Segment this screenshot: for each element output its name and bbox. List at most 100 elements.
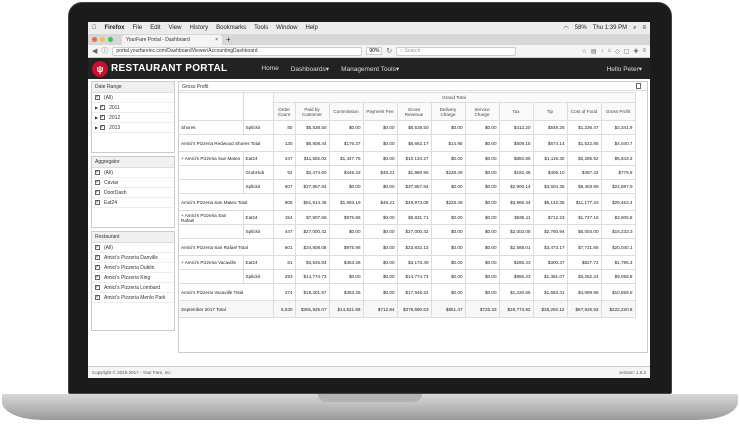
clipboard-icon[interactable]: ▤ <box>591 48 597 55</box>
row-label[interactable] <box>179 224 244 239</box>
aggregator-item[interactable]: ✓ Caviar <box>92 178 174 188</box>
date-range-year[interactable]: ▶ ✓ 2012 <box>92 113 174 123</box>
nav-home[interactable]: Home <box>261 65 278 73</box>
table-cell: $0.00 <box>464 283 500 301</box>
table-cell: $0.00 <box>464 210 500 225</box>
row-label[interactable]: Amici's Pizzeria Redwood Shores Total <box>179 134 274 152</box>
menu-edit[interactable]: Edit <box>150 25 160 31</box>
row-sublabel[interactable]: Splickit <box>242 120 274 135</box>
brand-name[interactable]: RESTAURANT PORTAL <box>111 63 227 74</box>
zoom-indicator[interactable]: 90% <box>366 47 383 55</box>
info-icon[interactable]: ⓘ <box>101 46 108 56</box>
column-header[interactable]: Service Charge <box>464 102 500 121</box>
restaurant-item[interactable]: ✓ Amici's Pizzeria Lombard <box>92 283 174 293</box>
close-window-icon[interactable] <box>92 37 97 42</box>
shield-icon[interactable]: ◇ <box>615 48 620 55</box>
column-header[interactable]: Payment Fee <box>362 102 398 121</box>
row-sublabel[interactable]: Eat24 <box>242 210 274 225</box>
table-cell: 6,530 <box>272 300 296 318</box>
menu-list-icon[interactable]: ≡ <box>642 25 646 32</box>
row-label[interactable]: Amici's Pizzeria Vacaville Total <box>179 283 274 301</box>
date-range-all[interactable]: ✓ (All) <box>92 93 174 103</box>
apple-icon[interactable]:  <box>92 25 97 31</box>
clock[interactable]: Thu 1:39 PM <box>593 25 627 32</box>
reload-icon[interactable]: ↻ <box>386 47 392 55</box>
date-range-year[interactable]: ▶ ✓ 2011 <box>92 103 174 113</box>
user-menu[interactable]: Hello Peter▾ <box>607 65 642 73</box>
menu-help[interactable]: Help <box>305 25 317 31</box>
column-header[interactable]: Order Count <box>272 102 296 121</box>
column-header[interactable]: Gross Revenue <box>396 102 432 121</box>
pocket-icon[interactable]: ▢ <box>624 48 630 55</box>
menu-window[interactable]: Window <box>276 25 297 31</box>
new-tab-icon[interactable]: + <box>226 35 231 45</box>
table-cell: $1,683.41 <box>532 283 568 301</box>
restaurant-item[interactable]: ✓ Amici's Pizzeria Menlo Park <box>92 293 174 303</box>
aggregator-item[interactable]: ✓ (All) <box>92 168 174 178</box>
tab-close-icon[interactable]: × <box>215 37 218 43</box>
menu-view[interactable]: View <box>169 25 182 31</box>
date-range-year[interactable]: ▶ ✓ 2013 <box>92 123 174 133</box>
zoom-window-icon[interactable] <box>108 37 113 42</box>
nav-dashboards[interactable]: Dashboards▾ <box>291 65 329 73</box>
browser-tab[interactable]: YourFare Portal - Dashboard × <box>122 35 222 45</box>
column-header[interactable]: Tip <box>532 102 568 121</box>
table-cell: $36,292.12 <box>532 300 568 318</box>
row-label[interactable]: Amici's Pizzeria San Rafael Total <box>179 238 274 256</box>
row-label[interactable] <box>179 179 244 194</box>
extension-icon[interactable]: ✚ <box>633 48 638 55</box>
restaurant-item[interactable]: ✓ Amici's Pizzeria Dublin <box>92 263 174 273</box>
table-cell: $406.10 <box>532 165 568 180</box>
column-header[interactable]: Cost of Food <box>566 102 602 121</box>
search-input[interactable]: ⌕ Search <box>396 46 517 56</box>
row-sublabel[interactable]: GrubHub <box>242 165 274 180</box>
restaurant-item[interactable]: ✓ Amici's Pizzeria King <box>92 273 174 283</box>
row-sublabel[interactable]: Splickit <box>242 224 274 239</box>
aggregator-item[interactable]: ✓ DoorDash <box>92 188 174 198</box>
menu-bookmarks[interactable]: Bookmarks <box>216 25 246 31</box>
brand-logo-icon[interactable]: ψ <box>92 60 108 77</box>
menu-file[interactable]: File <box>133 25 143 31</box>
wifi-icon[interactable]: ◠ <box>563 25 568 32</box>
row-label[interactable]: + Amici's Pizzeria Vacaville <box>179 255 244 270</box>
column-header[interactable]: Gross Profit <box>600 102 636 121</box>
row-label[interactable]: + Amici's Pizzeria San Mateo <box>179 151 244 166</box>
table-cell: $674.14 <box>532 134 568 152</box>
column-header[interactable]: Commission <box>328 102 364 121</box>
row-sublabel[interactable]: Eat24 <box>242 151 274 166</box>
column-header[interactable]: Tax <box>498 102 534 121</box>
url-bar[interactable]: portal.yourfareinc.com/DashboardViewer/A… <box>112 46 363 56</box>
star-icon[interactable]: ☆ <box>581 48 586 55</box>
row-sublabel[interactable]: Splickit <box>242 179 274 194</box>
restaurant-item[interactable]: ✓ (All) <box>92 243 174 253</box>
menu-tools[interactable]: Tools <box>254 25 268 31</box>
spotlight-icon[interactable]: ⌕ <box>633 25 636 32</box>
download-icon[interactable]: ↓ <box>601 48 604 55</box>
column-header[interactable]: Delivery Charge <box>430 102 466 121</box>
hamburger-menu-icon[interactable]: ≡ <box>642 48 646 55</box>
back-icon[interactable]: ◀ <box>92 47 97 55</box>
column-header[interactable]: Paid by Customer <box>294 102 330 121</box>
row-label[interactable]: Shores <box>179 120 244 135</box>
home-icon[interactable]: ⌂ <box>608 48 612 55</box>
table-cell: 906 <box>272 193 296 211</box>
nav-management-tools[interactable]: Management Tools▾ <box>341 65 399 73</box>
row-label[interactable]: + Amici's Pizzeria San Rafael <box>179 210 244 225</box>
row-label[interactable]: Amici's Pizzeria San Mateo Total <box>179 193 274 211</box>
table-cell: $391,925.07 <box>294 300 330 318</box>
row-label[interactable] <box>179 165 244 180</box>
checkbox-checked-icon: ✓ <box>95 179 100 185</box>
row-sublabel[interactable]: Splickit <box>242 269 274 284</box>
menu-history[interactable]: History <box>189 25 208 31</box>
row-label[interactable]: September 2017 Total <box>179 300 274 318</box>
row-label[interactable] <box>179 269 244 284</box>
minimize-window-icon[interactable] <box>100 37 105 42</box>
restaurant-item[interactable]: ✓ Amici's Pizzeria Danville <box>92 253 174 263</box>
menu-app[interactable]: Firefox <box>105 25 125 31</box>
row-sublabel[interactable]: Eat24 <box>242 255 274 270</box>
tab-title: YourFare Portal - Dashboard <box>126 37 190 43</box>
table-cell: 247 <box>272 151 296 166</box>
export-icon[interactable] <box>636 83 641 89</box>
aggregator-item[interactable]: ✓ Eat24 <box>92 198 174 208</box>
battery-label[interactable]: 58% <box>575 25 587 32</box>
